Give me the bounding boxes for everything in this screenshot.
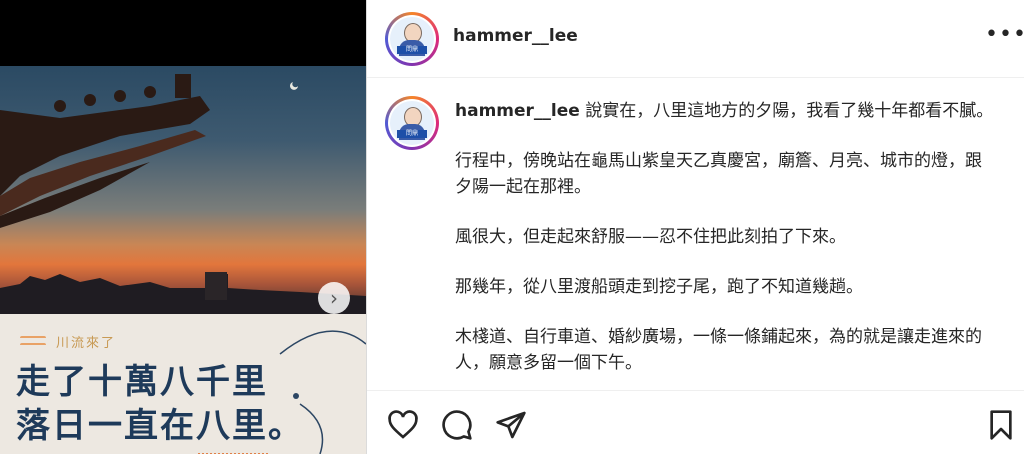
temple-roof-silhouette	[0, 74, 366, 314]
post-header: 問鼎 hammer__lee •••	[367, 0, 1024, 78]
comment-icon[interactable]	[441, 409, 473, 441]
sunset-photo	[0, 66, 366, 314]
caption-avatar[interactable]: 問鼎	[385, 96, 439, 150]
action-bar	[367, 390, 1024, 455]
caption-paragraph: 木棧道、自行車道、婚紗廣場，一條一條鋪起來，為的就是讓走進來的人，願意多留一個下…	[455, 327, 982, 373]
image-caption-card: 川流來了 走了十萬八千里 落日一直在八里。	[0, 314, 366, 454]
more-options-icon[interactable]: •••	[985, 22, 1024, 47]
chevron-right-icon: ›	[330, 286, 338, 310]
avatar[interactable]: 問鼎	[385, 12, 439, 66]
heart-icon[interactable]	[387, 409, 419, 441]
post-panel: 問鼎 hammer__lee ••• 問鼎 hammer__lee 說實在，八里…	[366, 0, 1024, 454]
caption-paragraph: 行程中，傍晚站在龜馬山紫皇天乙真慶宮，廟簷、月亮、城市的燈，跟夕陽一起在那裡。	[455, 151, 982, 197]
bookmark-icon[interactable]	[985, 409, 1017, 441]
post-caption: hammer__lee 說實在，八里這地方的夕陽，我看了幾十年都看不膩。 行程中…	[455, 98, 995, 388]
send-icon[interactable]	[495, 409, 527, 441]
decorative-curve	[279, 330, 366, 454]
post-media: › 川流來了 走了十萬八千里 落日一直在八里。	[0, 0, 366, 454]
caption-paragraph: 那幾年，從八里渡船頭走到挖子尾，跑了不知道幾趟。	[455, 277, 863, 297]
post-username[interactable]: hammer__lee	[453, 26, 578, 46]
next-image-button[interactable]: ›	[318, 282, 350, 314]
caption-username[interactable]: hammer__lee	[455, 101, 580, 121]
caption-paragraph: hammer__lee 說實在，八里這地方的夕陽，我看了幾十年都看不膩。	[455, 101, 994, 121]
caption-paragraph: 風很大，但走起來舒服——忍不住把此刻拍了下來。	[455, 227, 846, 247]
